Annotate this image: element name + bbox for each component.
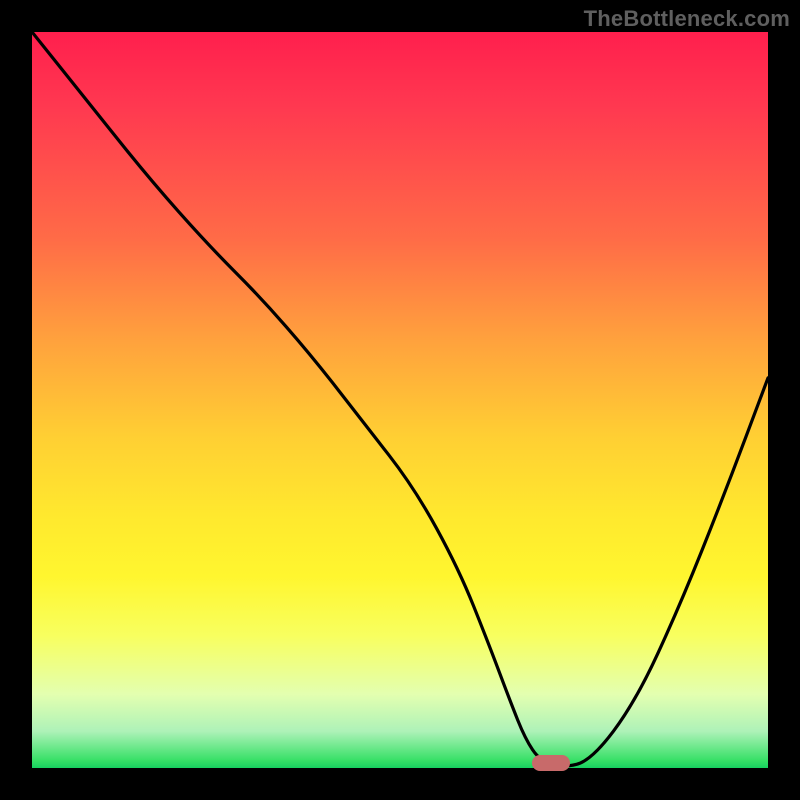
chart-frame: TheBottleneck.com	[0, 0, 800, 800]
bottleneck-curve	[32, 32, 768, 768]
optimal-point-marker	[532, 755, 570, 771]
plot-area	[32, 32, 768, 768]
watermark-text: TheBottleneck.com	[584, 6, 790, 32]
